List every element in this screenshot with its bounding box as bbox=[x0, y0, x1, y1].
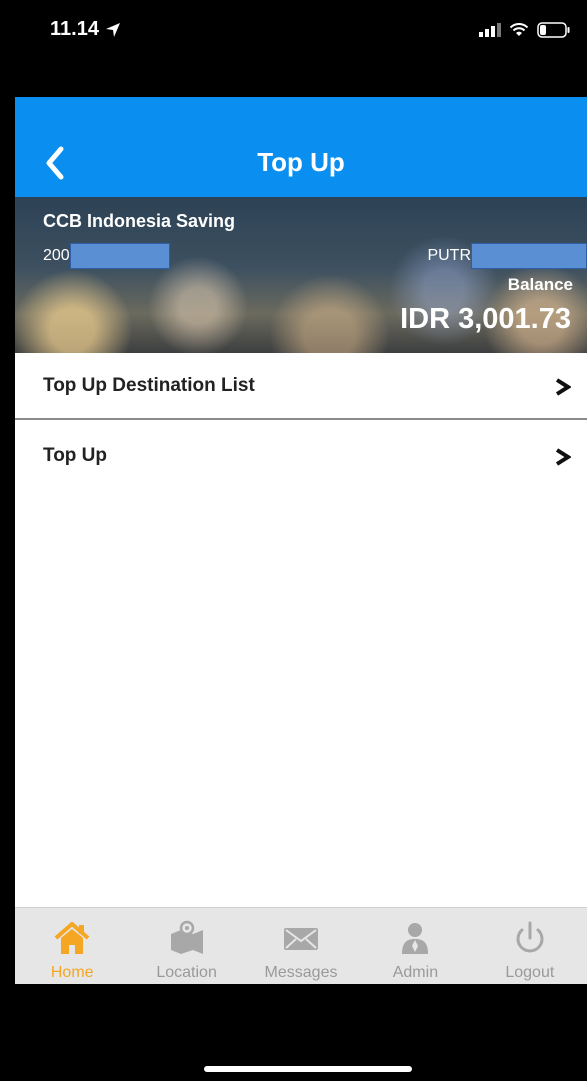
tab-label: Location bbox=[156, 964, 217, 981]
account-name: CCB Indonesia Saving bbox=[43, 211, 236, 231]
app-screen: Top Up CCB Indonesia Saving 200 PUTR Bal… bbox=[15, 97, 587, 984]
tab-messages[interactable]: Messages bbox=[244, 908, 358, 984]
balance-value: IDR 3,001.73 bbox=[400, 303, 571, 335]
status-bar: 11.14 bbox=[0, 0, 587, 70]
battery-icon bbox=[537, 22, 570, 38]
power-icon bbox=[516, 921, 544, 953]
tab-label: Admin bbox=[392, 964, 439, 981]
balance-label: Balance bbox=[507, 275, 573, 294]
status-indicators bbox=[479, 22, 571, 38]
map-icon bbox=[170, 920, 203, 954]
divider bbox=[15, 418, 587, 420]
tab-label: Messages bbox=[264, 964, 338, 981]
top-bar: Top Up bbox=[15, 97, 587, 197]
user-icon bbox=[402, 923, 429, 954]
redacted-box bbox=[69, 243, 170, 269]
chevron-right-icon bbox=[555, 448, 571, 466]
redacted-box bbox=[471, 243, 587, 269]
status-time: 11.14 bbox=[50, 18, 121, 41]
account-number-prefix: 200 bbox=[43, 247, 70, 264]
tab-label: Home bbox=[50, 964, 94, 981]
menu-item-label: Top Up bbox=[43, 445, 108, 466]
menu-item-top-up-destination-list[interactable]: Top Up Destination List bbox=[15, 353, 587, 419]
menu-item-top-up[interactable]: Top Up bbox=[15, 423, 587, 489]
account-holder-prefix: PUTR bbox=[427, 247, 471, 264]
tab-location[interactable]: Location bbox=[129, 908, 243, 984]
location-arrow-icon bbox=[105, 22, 120, 37]
signal-icon bbox=[479, 23, 501, 37]
tab-admin[interactable]: Admin bbox=[358, 908, 472, 984]
chevron-right-icon bbox=[555, 378, 571, 396]
bottom-tab-bar: Home Location Messages Admin Logout bbox=[15, 907, 587, 984]
menu-item-label: Top Up Destination List bbox=[43, 375, 255, 396]
tab-logout[interactable]: Logout bbox=[473, 908, 587, 984]
tab-home[interactable]: Home bbox=[15, 908, 129, 984]
clock-text: 11.14 bbox=[50, 18, 99, 40]
account-number: 200 bbox=[43, 243, 170, 269]
page-title: Top Up bbox=[257, 147, 345, 177]
envelope-icon bbox=[284, 928, 319, 950]
home-icon bbox=[54, 922, 90, 954]
account-card: CCB Indonesia Saving 200 PUTR Balance ID… bbox=[15, 197, 587, 353]
account-holder: PUTR bbox=[427, 243, 587, 269]
home-indicator[interactable] bbox=[204, 1066, 412, 1072]
wifi-icon bbox=[509, 23, 529, 36]
tab-label: Logout bbox=[505, 964, 555, 981]
